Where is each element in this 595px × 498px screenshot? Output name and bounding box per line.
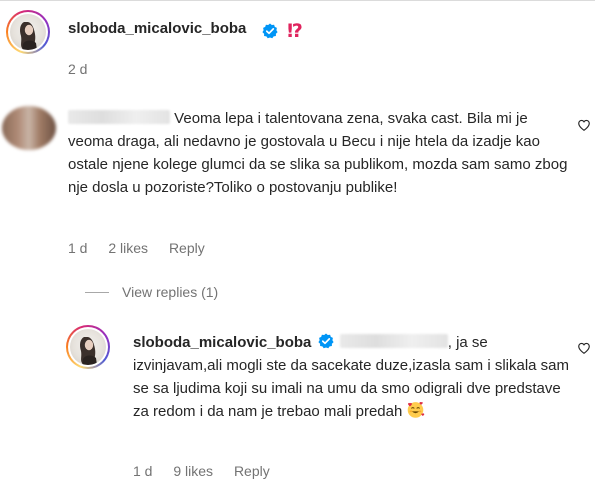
verified-badge-icon [262, 23, 278, 39]
reply-avatar-photo-icon [80, 337, 97, 365]
comment-reply-button[interactable]: Reply [169, 240, 205, 256]
post-author-username[interactable]: sloboda_micalovic_boba [68, 20, 246, 37]
comment-timestamp: 1 d [68, 240, 88, 256]
reply-timestamp: 1 d [133, 463, 153, 479]
comment-likes-count[interactable]: 2 likes [108, 240, 148, 256]
reply-author-avatar[interactable] [66, 325, 110, 369]
reply-text-line1: , ja se [447, 334, 488, 351]
reply-like-heart-icon[interactable] [577, 341, 591, 355]
top-divider [0, 0, 595, 1]
avatar-photo-icon [20, 22, 37, 50]
view-replies-button[interactable]: View replies (1) [122, 284, 218, 300]
reply-text-rest: izvinjavam,ali mogli ste da sacekate duz… [133, 357, 570, 420]
commenter-username-redacted[interactable] [68, 110, 170, 124]
post-timestamp: 2 d [68, 61, 88, 77]
post-author-avatar[interactable] [6, 10, 50, 54]
reply-meta: 1 d 9 likes Reply [133, 463, 287, 479]
smiling-face-with-hearts-emoji-icon [408, 401, 425, 418]
reply-likes-count[interactable]: 9 likes [173, 463, 213, 479]
reply-author-username[interactable]: sloboda_micalovic_boba [133, 334, 311, 351]
interrobang-emoji-icon: ⁉ [287, 20, 303, 41]
reply-verified-badge-icon [317, 333, 334, 349]
svg-text:⁉: ⁉ [287, 20, 303, 41]
mentioned-username-redacted[interactable] [339, 334, 448, 348]
reply-body: sloboda_micalovic_boba , ja se izvinjava… [133, 331, 573, 423]
comment-meta: 1 d 2 likes Reply [68, 240, 222, 256]
view-replies-line [85, 292, 109, 293]
reply-reply-button[interactable]: Reply [234, 463, 270, 479]
comment-body: Veoma lepa i talentovana zena, svaka cas… [68, 107, 573, 199]
comment-text-line1: Veoma lepa i talentovana zena, svaka cas… [174, 110, 512, 127]
commenter-avatar-blurred[interactable] [2, 106, 56, 150]
comment-like-heart-icon[interactable] [577, 118, 591, 132]
